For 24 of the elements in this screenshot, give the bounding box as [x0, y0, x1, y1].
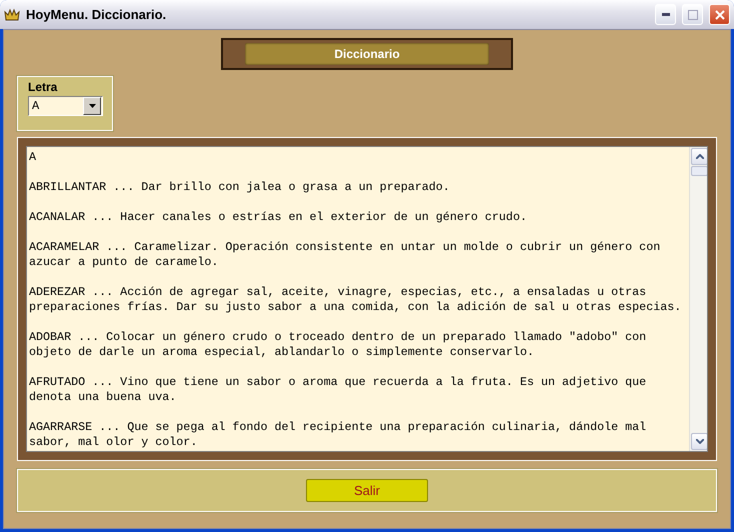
header-title: Diccionario: [245, 43, 489, 65]
dictionary-entry: ABRILLANTAR ... Dar brillo con jalea o grasa a un preparado.: [29, 180, 451, 195]
dictionary-entry: ACANALAR ... Hacer canales o estrías en el exterior de un género crudo.: [29, 210, 528, 225]
dictionary-entry: AFRUTADO ... Vino que tiene un sabor o aroma que recuerda a la fruta. Es un adjetivo que denota una buena uva.: [29, 375, 648, 405]
minimize-icon: [662, 13, 670, 16]
scroll-up-icon[interactable]: [691, 148, 707, 165]
dictionary-entry: AGARRARSE ... Que se pega al fondo del recipiente una preparación culinaria, dándole mal sabor, mal olor y color.: [29, 420, 648, 450]
dictionary-entry: ADEREZAR ... Acción de agregar sal, aceite, vinagre, especias, etc., a ensaladas u otras preparaciones frías. Dar su justo sabor a una comida, con la adición de sal u otras especias.: [29, 285, 682, 315]
maximize-icon: [688, 10, 698, 20]
letter-label: Letra: [28, 80, 58, 94]
crown-icon: [4, 8, 20, 22]
maximize-button[interactable]: [682, 4, 703, 25]
scroll-down-icon[interactable]: [691, 433, 707, 450]
letter-heading: A: [29, 150, 38, 165]
window-title: HoyMenu. Diccionario.: [26, 7, 168, 22]
close-icon: [714, 10, 724, 20]
letter-select[interactable]: A: [28, 96, 103, 116]
close-button[interactable]: [709, 4, 730, 25]
dictionary-entry: ACARAMELAR ... Caramelizar. Operación consistente en untar un molde o cubrir un género con azucar a punto de caramelo.: [29, 240, 662, 270]
scrollbar[interactable]: [689, 147, 707, 451]
scroll-thumb[interactable]: [691, 166, 707, 176]
minimize-button[interactable]: [655, 4, 676, 25]
exit-button[interactable]: Salir: [306, 479, 428, 502]
dictionary-entry: ADOBAR ... Colocar un género crudo o troceado dentro de un preparado llamado "adobo" con objeto de darle un aroma especial, ablandarlo o simplemente conservarlo.: [29, 330, 648, 360]
